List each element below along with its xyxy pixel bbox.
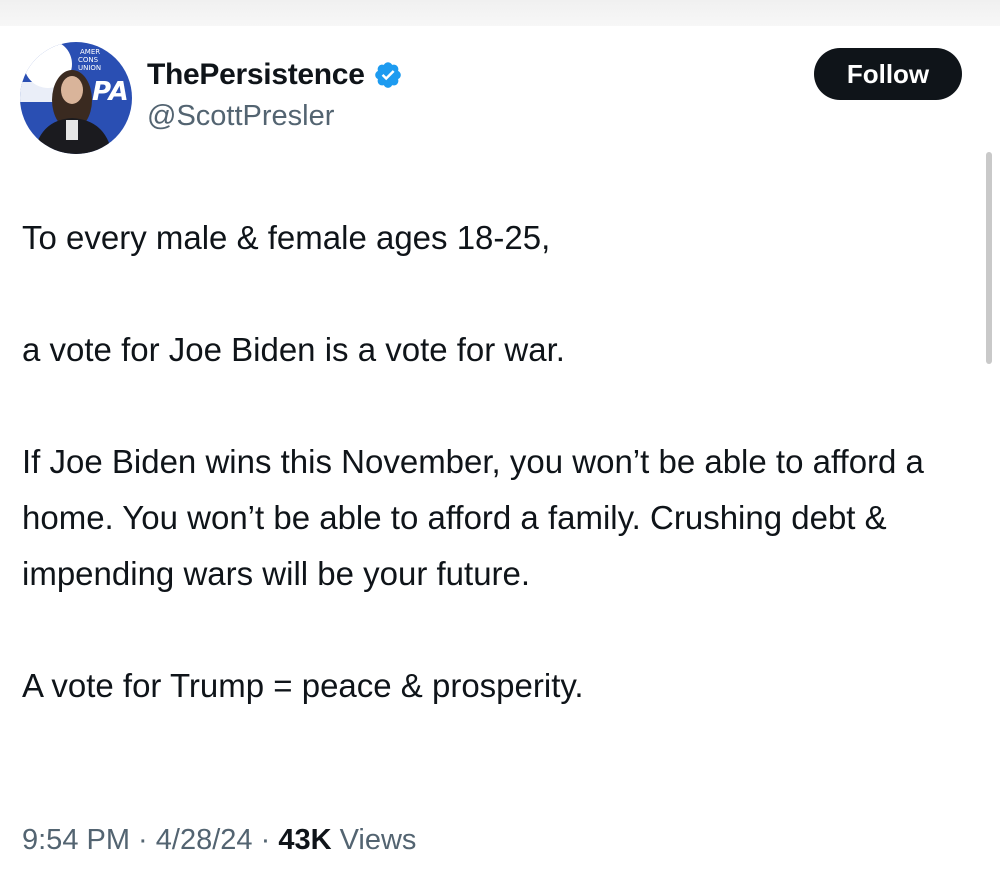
- display-name-row: ThePersistence: [147, 56, 403, 94]
- tweet-body: To every male & female ages 18-25, a vot…: [22, 210, 972, 714]
- tweet-paragraph-1: To every male & female ages 18-25,: [22, 219, 551, 256]
- tweet-date[interactable]: 4/28/24: [156, 824, 253, 856]
- author-block: ThePersistence @ScottPresler: [147, 56, 403, 133]
- tweet-meta: 9:54 PM · 4/28/24 · 43K Views: [22, 824, 416, 857]
- tweet-paragraph-2: a vote for Joe Biden is a vote for war.: [22, 331, 565, 368]
- top-bar: [0, 0, 1000, 26]
- svg-text:UNION: UNION: [78, 64, 101, 72]
- verified-badge-icon[interactable]: [373, 60, 403, 90]
- author-handle[interactable]: @ScottPresler: [147, 100, 403, 133]
- svg-text:PA: PA: [92, 77, 129, 107]
- meta-separator: ·: [130, 824, 156, 856]
- svg-text:AMER: AMER: [80, 48, 100, 56]
- tweet-paragraph-3: If Joe Biden wins this November, you won…: [22, 443, 924, 592]
- avatar[interactable]: AMER CONS UNION PA: [20, 42, 132, 154]
- tweet-paragraph-4: A vote for Trump = peace & prosperity.: [22, 667, 584, 704]
- display-name[interactable]: ThePersistence: [147, 58, 365, 92]
- svg-text:CONS: CONS: [78, 56, 99, 64]
- meta-separator: ·: [252, 824, 279, 856]
- views-count[interactable]: 43K: [278, 824, 331, 856]
- tweet-time[interactable]: 9:54 PM: [22, 824, 130, 856]
- follow-button[interactable]: Follow: [814, 48, 962, 100]
- tweet-page: AMER CONS UNION PA ThePersistence @Scott…: [0, 0, 1000, 884]
- views-label: Views: [331, 824, 417, 856]
- scrollbar[interactable]: [986, 152, 992, 364]
